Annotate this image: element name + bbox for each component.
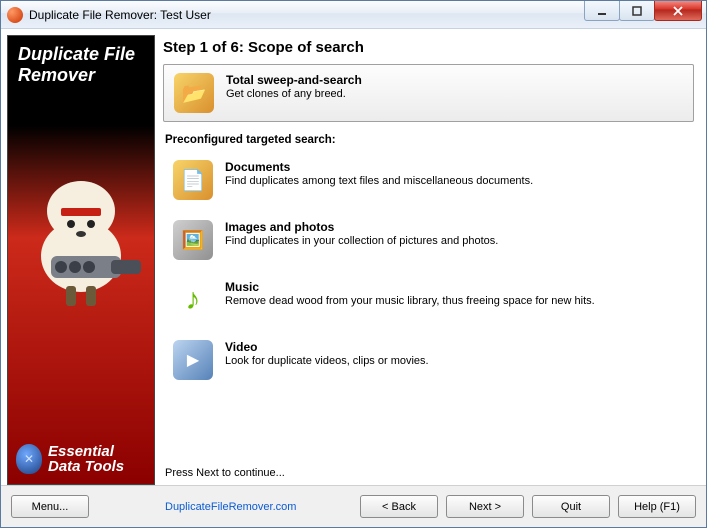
option-title: Video [225, 340, 429, 354]
option-title: Documents [225, 160, 533, 174]
brand-line1: Duplicate File [18, 44, 144, 65]
brand-bottom: Essential Data Tools [16, 444, 146, 474]
total-sweep-icon [174, 73, 214, 113]
titlebar[interactable]: Duplicate File Remover: Test User [1, 1, 706, 29]
option-desc: Look for duplicate videos, clips or movi… [225, 355, 429, 367]
close-icon [672, 6, 684, 16]
minimize-icon [596, 6, 608, 16]
video-icon [173, 340, 213, 380]
documents-icon [173, 160, 213, 200]
edt-logo-icon [16, 444, 42, 474]
website-link[interactable]: DuplicateFileRemover.com [165, 501, 296, 513]
help-button[interactable]: Help (F1) [618, 495, 696, 518]
option-title: Total sweep-and-search [226, 73, 362, 87]
brand-line2: Remover [18, 65, 144, 86]
mascot-image [8, 156, 154, 319]
app-icon [7, 7, 23, 23]
back-button[interactable]: < Back [360, 495, 438, 518]
option-music[interactable]: Music Remove dead wood from your music l… [163, 272, 694, 328]
body-area: Duplicate File Remover [1, 29, 706, 485]
option-title: Images and photos [225, 220, 498, 234]
option-title: Music [225, 280, 595, 294]
section-label: Preconfigured targeted search: [165, 134, 694, 146]
option-text: Documents Find duplicates among text fil… [225, 160, 533, 187]
edt-logo-text: Essential Data Tools [48, 444, 124, 474]
sidebar-banner: Duplicate File Remover [7, 35, 155, 485]
option-desc: Get clones of any breed. [226, 88, 362, 100]
app-window: Duplicate File Remover: Test User Duplic… [0, 0, 707, 528]
option-desc: Find duplicates in your collection of pi… [225, 235, 498, 247]
maximize-button[interactable] [619, 1, 655, 21]
option-text: Images and photos Find duplicates in you… [225, 220, 498, 247]
option-text: Total sweep-and-search Get clones of any… [226, 73, 362, 100]
main-panel: Step 1 of 6: Scope of search Total sweep… [161, 35, 700, 485]
option-total-sweep[interactable]: Total sweep-and-search Get clones of any… [163, 64, 694, 122]
quit-button[interactable]: Quit [532, 495, 610, 518]
edt-line1: Essential [48, 444, 124, 459]
option-desc: Remove dead wood from your music library… [225, 295, 595, 307]
next-button[interactable]: Next > [446, 495, 524, 518]
option-video[interactable]: Video Look for duplicate videos, clips o… [163, 332, 694, 388]
option-documents[interactable]: Documents Find duplicates among text fil… [163, 152, 694, 208]
images-icon [173, 220, 213, 260]
minimize-button[interactable] [584, 1, 620, 21]
footer: Menu... DuplicateFileRemover.com < Back … [1, 485, 706, 527]
edt-line2: Data Tools [48, 459, 124, 474]
option-images[interactable]: Images and photos Find duplicates in you… [163, 212, 694, 268]
option-text: Music Remove dead wood from your music l… [225, 280, 595, 307]
option-text: Video Look for duplicate videos, clips o… [225, 340, 429, 367]
press-next-hint: Press Next to continue... [163, 467, 694, 479]
music-icon [173, 280, 213, 320]
close-button[interactable] [654, 1, 702, 21]
window-title: Duplicate File Remover: Test User [29, 8, 585, 22]
maximize-icon [631, 6, 643, 16]
brand-top: Duplicate File Remover [8, 36, 154, 90]
step-heading: Step 1 of 6: Scope of search [163, 39, 694, 56]
menu-button[interactable]: Menu... [11, 495, 89, 518]
window-controls [585, 1, 706, 28]
option-desc: Find duplicates among text files and mis… [225, 175, 533, 187]
